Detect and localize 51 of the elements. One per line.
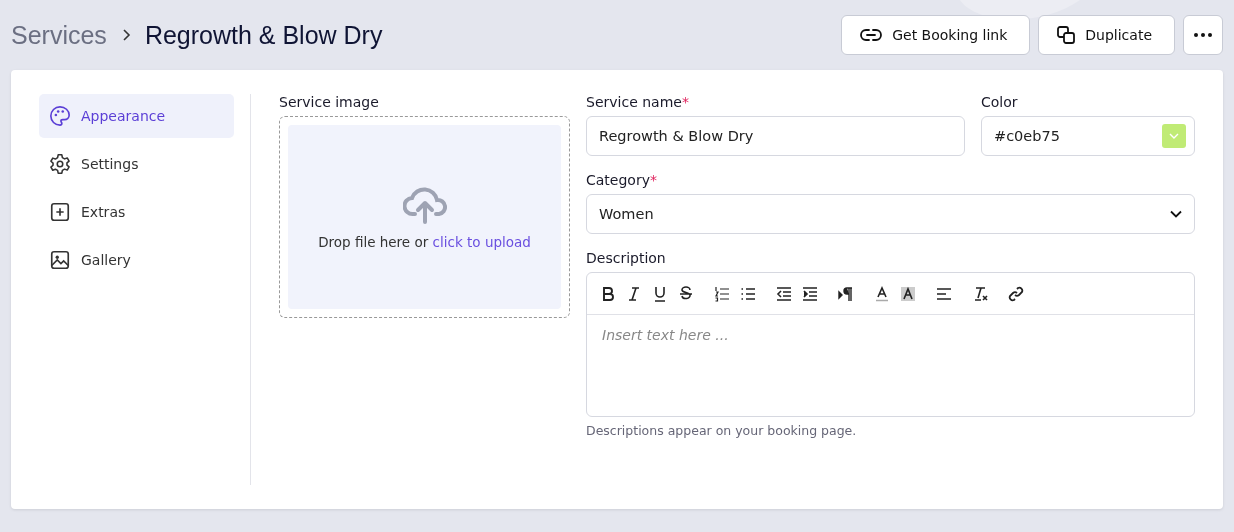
image-icon xyxy=(49,249,71,271)
field-label: Service name* xyxy=(586,94,690,110)
palette-icon xyxy=(49,105,71,127)
field-label: Description xyxy=(586,250,667,266)
link-icon xyxy=(1008,285,1024,302)
copy-icon xyxy=(1057,26,1076,44)
align-left-icon xyxy=(936,285,952,302)
sidebar-item[interactable]: Extras xyxy=(39,190,234,234)
category-dropdown[interactable]: Women xyxy=(586,194,1195,234)
chevron-down-icon xyxy=(1170,210,1182,218)
description-field[interactable]: Insert text here ... xyxy=(587,315,1194,416)
field-label: Category* xyxy=(586,172,658,188)
outdent-icon xyxy=(776,285,792,302)
more-options-button[interactable] xyxy=(1183,15,1223,55)
underline-icon xyxy=(652,285,668,302)
upload-link[interactable]: click to upload xyxy=(432,234,531,250)
link-icon xyxy=(860,28,883,42)
upload-prompt: Drop file here or xyxy=(318,234,429,250)
required-asterisk: * xyxy=(649,172,657,188)
helper-text: Descriptions appear on your booking page. xyxy=(586,423,858,438)
duplicate-button[interactable]: Duplicate xyxy=(1038,15,1175,55)
chevron-right-icon xyxy=(120,28,131,42)
color-swatch[interactable] xyxy=(1162,124,1186,148)
page-title: Regrowth & Blow Dry xyxy=(144,20,383,50)
indent-icon xyxy=(802,285,818,302)
clear-format-icon xyxy=(972,285,988,302)
service-name-field[interactable]: Regrowth & Blow Dry xyxy=(586,116,965,156)
text-color-icon xyxy=(874,285,890,302)
breadcrumb-link[interactable]: Services xyxy=(11,20,107,50)
highlight-color-icon xyxy=(900,285,916,302)
field-label: Color xyxy=(981,94,1019,110)
upload-dropzone[interactable]: Drop file here or click to upload xyxy=(279,116,570,318)
required-asterisk: * xyxy=(681,94,689,110)
field-label: Service image xyxy=(279,94,380,110)
ellipsis-icon xyxy=(1194,33,1212,37)
chevron-down-icon xyxy=(1169,133,1179,139)
paragraph-direction-icon xyxy=(838,285,854,302)
bullet-list-icon xyxy=(740,285,756,302)
color-picker-field[interactable]: #c0eb75 xyxy=(981,116,1195,156)
strikethrough-icon xyxy=(678,285,694,302)
sidebar-item[interactable]: Appearance xyxy=(39,94,234,138)
bold-icon xyxy=(600,285,616,302)
rich-text-editor[interactable]: Insert text here ... xyxy=(586,272,1195,417)
cloud-upload-icon xyxy=(402,184,447,224)
get-booking-link-button[interactable]: Get Booking link xyxy=(841,15,1031,55)
numbered-list-icon xyxy=(714,285,730,302)
plus-square-icon xyxy=(49,201,71,223)
sidebar-item[interactable]: Gallery xyxy=(39,238,234,282)
gear-icon xyxy=(49,153,71,175)
sidebar-item[interactable]: Settings xyxy=(39,142,234,186)
italic-icon xyxy=(626,285,642,302)
